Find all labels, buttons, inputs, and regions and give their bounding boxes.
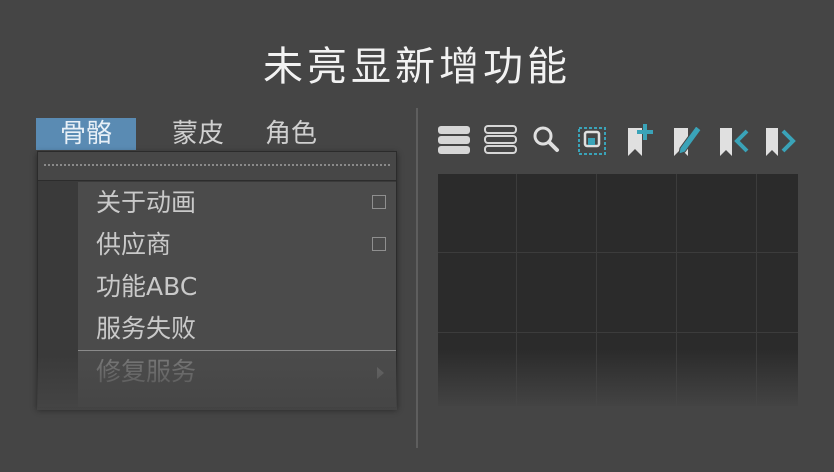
grip-dots	[44, 164, 390, 166]
grid-line	[438, 332, 798, 333]
tab-skeleton[interactable]: 骨骼	[36, 118, 136, 150]
page-title: 未亮显新增功能	[263, 44, 571, 90]
panel-divider	[416, 108, 418, 448]
option-box-icon[interactable]	[372, 237, 386, 251]
add-bookmark-icon[interactable]	[620, 120, 658, 160]
tab-character[interactable]: 角色	[265, 118, 317, 150]
search-icon[interactable]	[528, 120, 566, 160]
grid-fade-overlay	[438, 350, 800, 410]
outline-list-icon[interactable]	[482, 120, 520, 160]
menu-item-repair-service[interactable]: 修复服务	[78, 350, 396, 393]
dropdown-menu: 关于动画 供应商 功能ABC 服务失败 修复服务	[37, 151, 397, 408]
previous-bookmark-icon[interactable]	[716, 120, 754, 160]
menu-item-vendor[interactable]: 供应商	[78, 224, 396, 266]
menu-item-label: 关于动画	[96, 188, 197, 217]
grid-line	[438, 252, 798, 253]
option-box-icon[interactable]	[372, 195, 386, 209]
menu-item-label: 修复服务	[96, 357, 197, 386]
menu-item-service-failure[interactable]: 服务失败	[78, 308, 396, 350]
tear-off-handle[interactable]	[38, 152, 396, 181]
menu-item-label: 功能ABC	[96, 272, 198, 301]
next-bookmark-icon[interactable]	[762, 120, 800, 160]
frame-selection-icon[interactable]	[574, 120, 612, 160]
menu-item-about-animation[interactable]: 关于动画	[78, 182, 396, 224]
menu-item-feature-abc[interactable]: 功能ABC	[78, 266, 396, 308]
filled-list-icon[interactable]	[436, 120, 474, 160]
menu-item-label: 供应商	[96, 230, 172, 259]
tab-skin[interactable]: 蒙皮	[172, 118, 224, 150]
menu-list: 关于动画 供应商 功能ABC 服务失败 修复服务	[78, 182, 396, 407]
submenu-arrow-icon	[377, 367, 384, 379]
edit-bookmark-icon[interactable]	[668, 120, 706, 160]
menu-item-label: 服务失败	[96, 314, 197, 343]
